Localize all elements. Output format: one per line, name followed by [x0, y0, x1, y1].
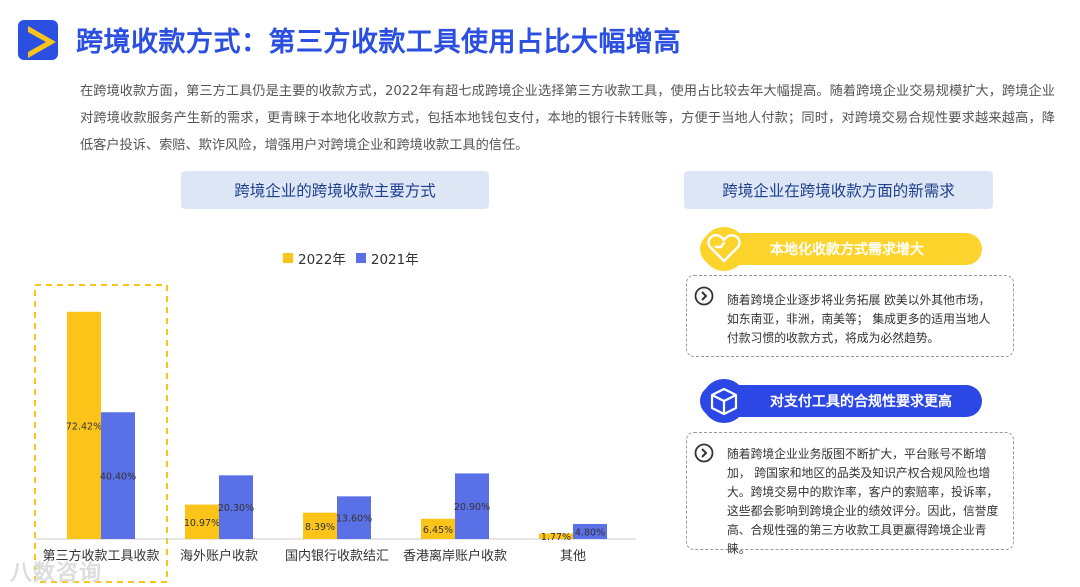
chevron-right-icon	[694, 443, 714, 463]
category-label-3: 香港离岸账户收款	[403, 548, 507, 564]
card-local-collection: 随着跨境企业逐步将业务拓展 欧美以外其他市场，如东南亚，非洲，南美等； 集成更多…	[686, 275, 1014, 357]
data-label-2021-3: 20.90%	[454, 502, 490, 513]
card-local-collection-text: 随着跨境企业逐步将业务拓展 欧美以外其他市场，如东南亚，非洲，南美等； 集成更多…	[727, 293, 991, 345]
data-label-2021-1: 20.30%	[218, 503, 254, 514]
tag-compliance: 对支付工具的合规性要求更高	[700, 379, 982, 423]
watermark-logo: 八数咨询	[10, 555, 102, 587]
data-label-2022-1: 10.97%	[184, 518, 220, 529]
chevron-right-icon	[694, 286, 714, 306]
bar-chart: 72.42%40.40%第三方收款工具收款10.97%20.30%海外账户收款8…	[34, 284, 636, 583]
tag-local-collection: 本地化收款方式需求增大	[700, 227, 982, 271]
page-title: 跨境收款方式：第三方收款工具使用占比大幅增高	[76, 27, 681, 58]
tag-local-collection-label: 本地化收款方式需求增大	[770, 242, 924, 258]
category-label-1: 海外账户收款	[180, 548, 258, 564]
data-label-2021-2: 13.60%	[336, 514, 372, 525]
card-compliance-text: 随着跨境企业业务版图不断扩大，平台账号不断增加， 跨国家和地区的品类及知识产权合…	[727, 447, 999, 556]
category-label-2: 国内银行收款结汇	[285, 548, 389, 564]
data-label-2022-0: 72.42%	[66, 421, 102, 432]
heart-icon	[702, 227, 746, 271]
card-compliance: 随着跨境企业业务版图不断扩大，平台账号不断增加， 跨国家和地区的品类及知识产权合…	[686, 432, 1014, 556]
data-label-2022-4: 1.77%	[541, 532, 571, 543]
data-label-2022-3: 6.45%	[423, 525, 453, 536]
category-label-4: 其他	[560, 549, 586, 564]
brand-logo-icon	[18, 20, 58, 60]
data-label-2022-2: 8.39%	[305, 522, 335, 533]
right-section-title: 跨境企业在跨境收款方面的新需求	[684, 171, 993, 209]
data-label-2021-4: 4.80%	[575, 527, 605, 538]
tag-compliance-label: 对支付工具的合规性要求更高	[770, 394, 952, 410]
watermark-text: 八数咨询	[10, 561, 103, 586]
data-label-2021-0: 40.40%	[100, 472, 136, 483]
cube-icon	[702, 379, 746, 423]
intro-paragraph: 在跨境收款方面，第三方工具仍是主要的收款方式，2022年有超七成跨境企业选择第三…	[80, 84, 1055, 153]
left-section-title: 跨境企业的跨境收款主要方式	[181, 171, 489, 209]
